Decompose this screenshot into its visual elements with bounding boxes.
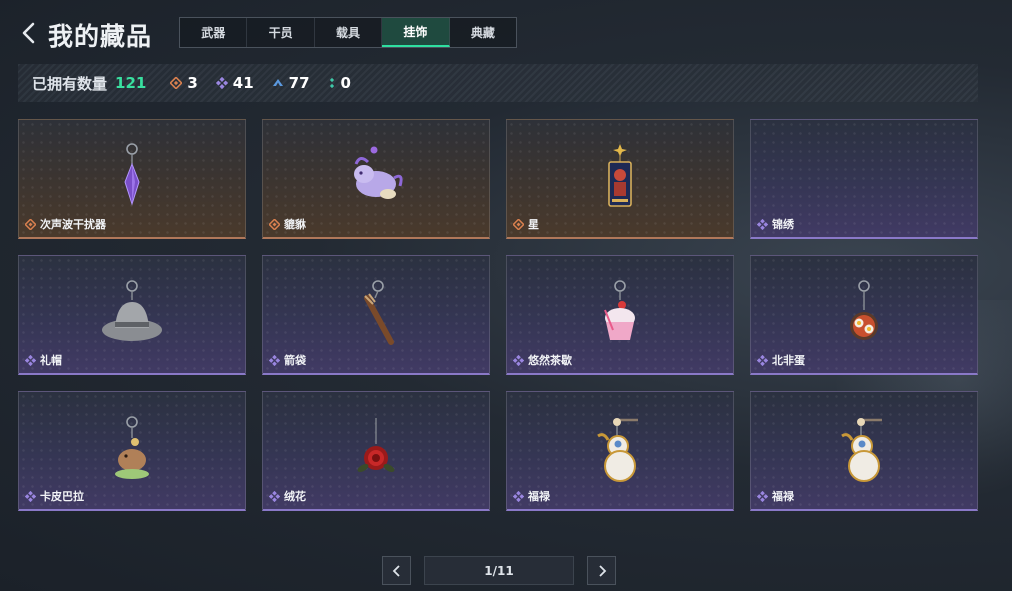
charm-card[interactable]: 星 [506,119,734,239]
purple-diamond-icon [25,354,36,366]
charm-name: 绒花 [284,490,306,503]
charm-name: 次声波干扰器 [40,218,106,231]
page-title: 我的藏品 [48,22,153,51]
charm-label: 礼帽 [25,352,62,368]
charm-name: 悠然茶歇 [528,354,572,367]
purple-diamond-icon [757,218,768,230]
charm-name: 貔貅 [284,218,306,231]
charm-card[interactable]: 福禄 [750,391,978,511]
charm-label: 次声波干扰器 [25,216,106,232]
charm-grid: 次声波干扰器 貔貅 星 锦绣 礼帽 箭袋 悠然茶歇 北非蛋 卡皮巴拉 绒花 福禄… [18,119,978,511]
stat-orange-count: 3 [187,74,198,92]
pagination: 1/11 [382,556,616,585]
charm-name: 礼帽 [40,354,62,367]
tab-weapons[interactable]: 武器 [180,18,248,47]
charm-name: 锦绣 [772,218,794,231]
capybara-charm-icon [115,416,149,479]
charm-label: 星 [513,216,539,232]
blue-triangle-icon [272,79,283,86]
charm-card[interactable]: 北非蛋 [750,255,978,375]
orange-diamond-icon [25,218,36,230]
back-button[interactable] [18,20,42,46]
charm-card[interactable]: 次声波干扰器 [18,119,246,239]
page-indicator: 1/11 [424,556,574,585]
gourd-charm-icon [841,418,882,482]
collection-stats-bar: 已拥有数量 121 3 41 77 0 [18,64,978,102]
stat-green: 0 [328,74,351,92]
charm-name: 箭袋 [284,354,306,367]
tab-vehicles[interactable]: 载具 [315,18,383,47]
charm-name: 北非蛋 [772,354,805,367]
charm-card[interactable]: 锦绣 [750,119,978,239]
quiver-charm-icon [364,280,394,345]
charm-card[interactable]: 福禄 [506,391,734,511]
purple-diamond-icon [757,354,768,366]
charm-label: 福禄 [757,488,794,504]
charm-card[interactable]: 绒花 [262,391,490,511]
charm-label: 箭袋 [269,352,306,368]
charm-card[interactable]: 悠然茶歇 [506,255,734,375]
charm-label: 锦绣 [757,216,794,232]
owned-count-value: 121 [115,74,147,92]
charm-label: 卡皮巴拉 [25,488,84,504]
chevron-right-icon [598,564,606,577]
stat-green-count: 0 [340,74,351,92]
stat-orange: 3 [170,74,198,92]
chevron-left-icon [392,564,400,577]
tarot-card-charm-icon [608,144,632,207]
cupcake-charm-icon [604,280,635,340]
charm-label: 北非蛋 [757,352,805,368]
charm-name: 星 [528,218,539,231]
charm-name: 福禄 [528,490,550,503]
charm-card[interactable]: 貔貅 [262,119,490,239]
next-page-button[interactable] [587,556,616,585]
tab-operators[interactable]: 干员 [247,18,315,47]
orange-diamond-icon [513,218,524,230]
purple-diamond-icon [215,77,228,89]
purple-diamond-icon [269,490,280,502]
purple-diamond-icon [269,354,280,366]
chevron-left-icon [22,22,35,44]
green-dots-icon [329,77,334,89]
shakshuka-charm-icon [850,280,878,340]
purple-diamond-icon [513,354,524,366]
red-rose-charm-icon [357,418,395,472]
stat-blue-count: 77 [288,74,310,92]
prev-page-button[interactable] [382,556,411,585]
charm-card[interactable]: 卡皮巴拉 [18,391,246,511]
purple-beast-charm-icon [354,146,403,199]
orange-diamond-icon [170,77,183,89]
owned-count-label: 已拥有数量 [32,74,108,93]
charm-name: 卡皮巴拉 [40,490,84,503]
stat-purple: 41 [215,74,254,92]
charm-card[interactable]: 礼帽 [18,255,246,375]
charm-name: 福禄 [772,490,794,503]
charm-label: 绒花 [269,488,306,504]
orange-diamond-icon [269,218,280,230]
purple-diamond-icon [25,490,36,502]
stat-blue: 77 [272,74,310,92]
purple-diamond-icon [513,490,524,502]
gourd-charm-icon [597,418,638,482]
tab-charms[interactable]: 挂饰 [382,18,450,47]
charm-label: 貔貅 [269,216,306,232]
tab-collection[interactable]: 典藏 [450,18,516,47]
charm-label: 悠然茶歇 [513,352,572,368]
fedora-hat-charm-icon [102,280,162,341]
category-tabs: 武器 干员 载具 挂饰 典藏 [179,17,517,48]
purple-crystal-charm-icon [124,143,140,206]
charm-card[interactable]: 箭袋 [262,255,490,375]
charm-label: 福禄 [513,488,550,504]
stat-purple-count: 41 [232,74,254,92]
purple-diamond-icon [757,490,768,502]
